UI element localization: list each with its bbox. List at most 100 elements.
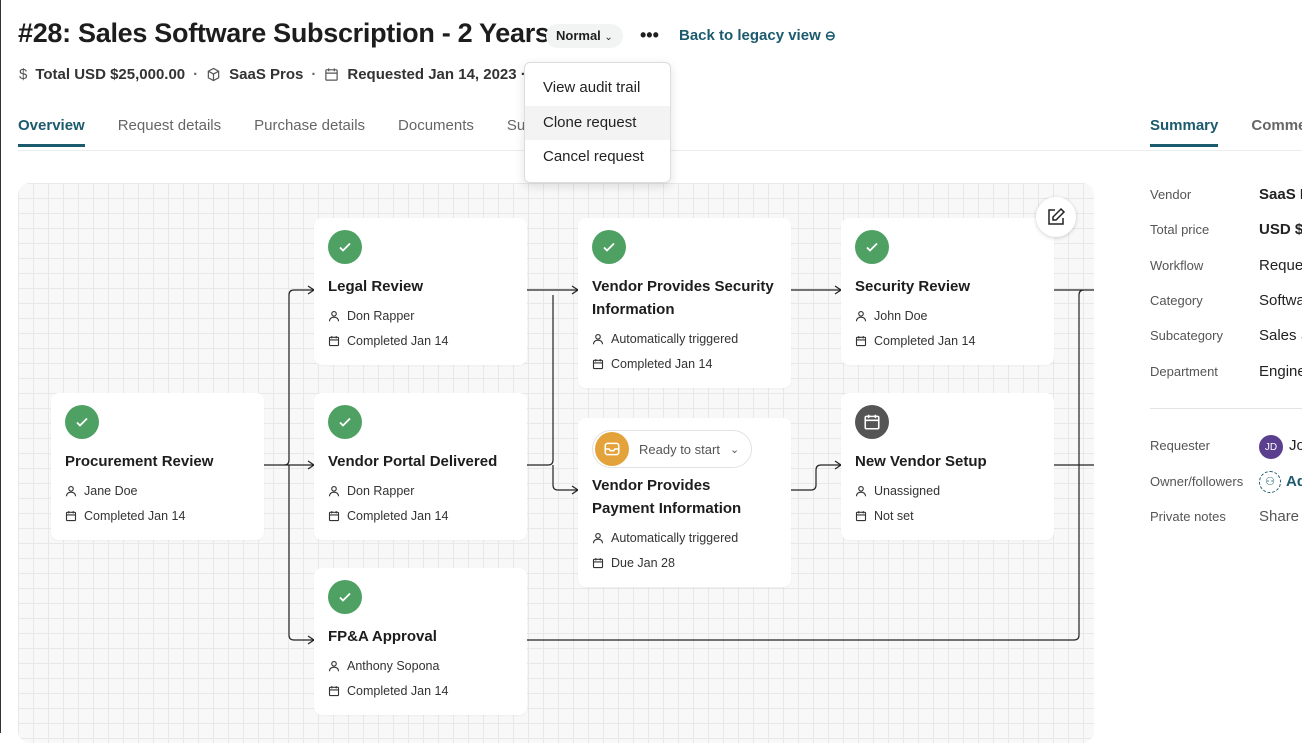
connector — [527, 289, 578, 491]
workflow-step-card[interactable]: Ready to start ⌄ Vendor Provides Payment I… — [578, 418, 791, 587]
user-icon — [855, 310, 867, 321]
edit-icon — [1048, 207, 1066, 225]
assignee-name: Jane Doe — [84, 483, 138, 498]
chevron-down-icon: ⌄ — [729, 443, 740, 456]
legacy-label: Back to legacy view — [679, 27, 821, 44]
menu-item-clone-request[interactable]: Clone request — [525, 105, 670, 140]
date-text: Completed Jan 14 — [347, 508, 449, 523]
tab-comments[interactable]: Commen — [1251, 117, 1302, 147]
date-text: Not set — [874, 508, 914, 523]
inbox-icon — [604, 442, 620, 456]
date-text: Completed Jan 14 — [611, 356, 713, 371]
calendar-icon — [328, 335, 340, 346]
user-icon — [592, 333, 604, 344]
check-icon — [339, 242, 351, 252]
field-value: Reques — [1259, 257, 1302, 274]
date-text: Due Jan 28 — [611, 555, 675, 570]
back-to-legacy-link[interactable]: Back to legacy view ⊖ — [679, 27, 836, 44]
calendar-icon — [65, 510, 77, 521]
tab-request-details[interactable]: Request details — [118, 117, 221, 147]
owner-label: Owner/followers — [1150, 474, 1244, 489]
user-icon — [328, 660, 340, 671]
tab-purchase-details[interactable]: Purchase details — [254, 117, 365, 147]
status-label: Ready to start — [639, 441, 720, 457]
workflow-step-card[interactable]: Vendor Provides Security Information Auto… — [578, 218, 791, 388]
assignee-name: Anthony Sopona — [347, 658, 440, 673]
assignee-name: Don Rapper — [347, 483, 415, 498]
calendar-icon — [592, 557, 604, 568]
step-date: Completed Jan 14 — [328, 678, 513, 703]
status-dropdown[interactable]: Ready to start ⌄ — [592, 430, 753, 468]
more-options-button[interactable]: ••• — [640, 24, 659, 46]
workflow-step-card[interactable]: Legal Review Don Rapper Completed Jan 14 — [314, 218, 527, 365]
field-value: Sales S — [1259, 327, 1302, 344]
user-icon — [65, 485, 77, 496]
step-title: Legal Review — [328, 278, 424, 295]
complete-status-badge — [328, 405, 362, 439]
field-label: Category — [1150, 293, 1203, 308]
calendar-icon — [328, 510, 340, 521]
step-date: Completed Jan 14 — [65, 503, 250, 528]
workflow-step-card[interactable]: Vendor Portal Delivered Don Rapper Complet… — [314, 393, 527, 540]
workflow-step-card[interactable]: New Vendor Setup Unassigned Not set — [841, 393, 1054, 540]
dollar-icon: $ — [19, 66, 28, 83]
assignee-name: Unassigned — [874, 483, 941, 498]
date-text: Completed Jan 14 — [874, 333, 976, 348]
user-icon — [592, 532, 604, 543]
step-title: Security Review — [855, 278, 971, 295]
step-date: Not set — [855, 503, 1040, 528]
step-assignee: Jane Doe — [65, 478, 250, 503]
field-value: SaaS P — [1259, 186, 1302, 203]
complete-status-badge — [328, 580, 362, 614]
step-assignee: Automatically triggered — [592, 525, 777, 550]
tab-documents[interactable]: Documents — [398, 117, 474, 147]
requester-label: Requester — [1150, 438, 1210, 453]
complete-status-badge — [855, 230, 889, 264]
check-icon — [339, 592, 351, 602]
main-tabs: Overview Request details Purchase detail… — [18, 117, 525, 147]
menu-item-view-audit-trail[interactable]: View audit trail — [525, 71, 670, 106]
workflow-step-card[interactable]: Security Review John Doe Completed Jan 14 — [841, 218, 1054, 365]
step-title: FP&A Approval — [328, 628, 437, 645]
priority-dropdown[interactable]: Normal ⌄ — [546, 24, 623, 48]
check-icon — [339, 417, 351, 427]
package-icon — [207, 67, 220, 82]
request-meta: $ Total USD $25,000.00 · SaaS Pros · Reque… — [19, 66, 539, 83]
requester-name[interactable]: Jo — [1289, 437, 1302, 454]
notes-input[interactable]: Share a — [1259, 508, 1302, 525]
step-assignee: Anthony Sopona — [328, 653, 513, 678]
date-text: Completed Jan 14 — [84, 508, 186, 523]
calendar-icon — [325, 68, 339, 81]
workflow-step-card[interactable]: FP&A Approval Anthony Sopona Completed Jan… — [314, 568, 527, 715]
field-value: Softwa — [1259, 292, 1302, 309]
assignee-name: John Doe — [874, 308, 928, 323]
step-assignee: Don Rapper — [328, 303, 513, 328]
step-title: Vendor Provides Security Information — [592, 278, 774, 318]
calendar-icon — [592, 358, 604, 369]
tab-overview[interactable]: Overview — [18, 117, 85, 147]
step-title: Vendor Provides Payment Information — [592, 477, 742, 517]
field-value: USD $2 — [1259, 221, 1302, 238]
edit-workflow-button[interactable] — [1036, 197, 1076, 237]
field-label: Subcategory — [1150, 328, 1223, 343]
tab-summary[interactable]: Summary — [1150, 117, 1219, 147]
complete-status-badge — [328, 230, 362, 264]
step-title: Procurement Review — [65, 453, 214, 470]
calendar-icon — [855, 335, 867, 346]
calendar-icon — [328, 685, 340, 696]
avatar: JD — [1259, 435, 1283, 459]
check-icon — [603, 242, 615, 252]
field-label: Department — [1150, 364, 1218, 379]
tab-su[interactable]: Su — [507, 117, 525, 147]
user-icon — [328, 310, 340, 321]
menu-item-cancel-request[interactable]: Cancel request — [525, 140, 670, 175]
meta-requested: Requested Jan 14, 2023 · 0 — [347, 66, 539, 83]
user-icon — [328, 485, 340, 496]
divider — [1150, 408, 1302, 409]
meta-vendor: SaaS Pros — [229, 66, 304, 83]
notes-label: Private notes — [1150, 509, 1226, 524]
add-follower-icon[interactable]: ⚇ — [1259, 471, 1281, 493]
add-follower-link[interactable]: Ad — [1286, 473, 1302, 490]
workflow-step-card[interactable]: Procurement Review Jane Doe Completed Jan … — [51, 393, 264, 540]
step-date: Completed Jan 14 — [592, 351, 777, 376]
